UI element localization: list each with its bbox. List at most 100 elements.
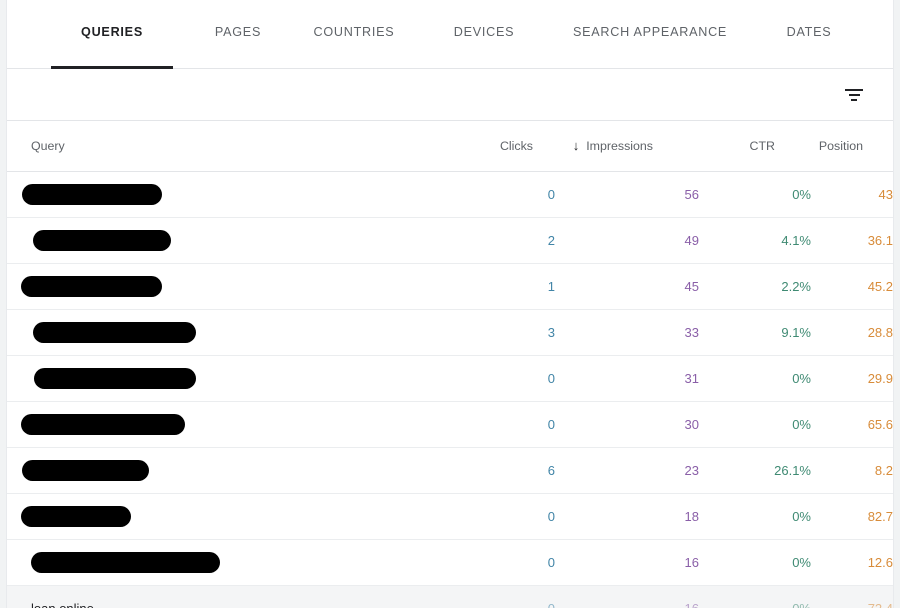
- table-header-row: Query Clicks ↓ Impressions CTR Position: [7, 121, 893, 172]
- tab-countries[interactable]: COUNTRIES: [303, 0, 405, 69]
- cell-query: [7, 401, 447, 448]
- cell-position: 82.7: [811, 493, 893, 540]
- value-clicks: 3: [547, 324, 555, 340]
- page-background: QUERIES PAGES COUNTRIES DEVICES SEARCH APPEA…: [0, 0, 900, 608]
- cell-impressions: 33: [555, 309, 699, 356]
- value-ctr: 0%: [792, 186, 811, 202]
- redacted-query-bar: [22, 183, 162, 205]
- cell-ctr: 9.1%: [699, 309, 811, 356]
- value-clicks: 2: [547, 232, 555, 248]
- table-row[interactable]: 6 23 26.1% 8.2: [7, 447, 893, 494]
- column-header-ctr-label: CTR: [749, 138, 775, 153]
- cell-ctr: 0%: [699, 585, 811, 608]
- cell-clicks: 1: [447, 263, 555, 310]
- tab-label: QUERIES: [81, 24, 143, 39]
- table-row[interactable]: 3 33 9.1% 28.8: [7, 309, 893, 356]
- value-position: 8.2: [874, 462, 893, 478]
- tab-devices[interactable]: DEVICES: [437, 0, 531, 69]
- value-ctr: 26.1%: [774, 462, 811, 478]
- cell-position: 45.2: [811, 263, 893, 310]
- redacted-query-bar: [22, 459, 149, 481]
- cell-position: 29.9: [811, 355, 893, 402]
- cell-clicks: 0: [447, 493, 555, 540]
- column-header-impressions-label: Impressions: [586, 138, 653, 153]
- column-header-position[interactable]: Position: [811, 121, 893, 172]
- cell-ctr: 0%: [699, 493, 811, 540]
- value-position: 45.2: [867, 278, 893, 294]
- column-header-clicks[interactable]: Clicks: [447, 121, 555, 172]
- table-row[interactable]: 0 18 0% 82.7: [7, 493, 893, 540]
- column-header-query-label: Query: [31, 138, 65, 153]
- value-position: 28.8: [867, 324, 893, 340]
- cell-query: [7, 171, 447, 218]
- column-header-impressions[interactable]: ↓ Impressions: [555, 121, 699, 172]
- tab-label: DATES: [786, 24, 832, 39]
- cell-clicks: 0: [447, 539, 555, 586]
- filter-button[interactable]: [837, 78, 871, 112]
- tab-search-appearance[interactable]: SEARCH APPEARANCE: [562, 0, 738, 69]
- tab-label: DEVICES: [453, 24, 515, 39]
- value-position: 65.6: [867, 416, 893, 432]
- table-row[interactable]: 0 56 0% 43: [7, 171, 893, 218]
- filter-icon: [845, 88, 863, 101]
- value-position: 82.7: [867, 508, 893, 524]
- table-row[interactable]: 0 16 0% 12.6: [7, 539, 893, 586]
- column-header-query[interactable]: Query: [7, 121, 447, 172]
- tab-pages[interactable]: PAGES: [192, 0, 284, 69]
- redacted-query-bar: [31, 551, 220, 573]
- value-ctr: 4.1%: [781, 232, 811, 248]
- tab-label: SEARCH APPEARANCE: [572, 24, 728, 39]
- cell-position: 65.6: [811, 401, 893, 448]
- value-clicks: 0: [547, 416, 555, 432]
- value-ctr: 0%: [792, 600, 811, 608]
- cell-position: 72.4: [811, 585, 893, 608]
- tab-queries[interactable]: QUERIES: [51, 0, 173, 69]
- cell-impressions: 31: [555, 355, 699, 402]
- value-position: 12.6: [867, 554, 893, 570]
- redacted-query-bar: [33, 229, 171, 251]
- cell-impressions: 16: [555, 585, 699, 608]
- table-row[interactable]: 0 30 0% 65.6: [7, 401, 893, 448]
- table-row[interactable]: 2 49 4.1% 36.1: [7, 217, 893, 264]
- table-row[interactable]: loan online 0 16 0% 72.4: [7, 585, 893, 608]
- cell-clicks: 0: [447, 355, 555, 402]
- cell-impressions: 56: [555, 171, 699, 218]
- cell-clicks: 3: [447, 309, 555, 356]
- value-ctr: 0%: [792, 554, 811, 570]
- query-text: loan online: [31, 600, 94, 608]
- cell-impressions: 49: [555, 217, 699, 264]
- value-clicks: 0: [547, 508, 555, 524]
- tab-dates[interactable]: DATES: [767, 0, 851, 69]
- value-ctr: 0%: [792, 416, 811, 432]
- cell-clicks: 6: [447, 447, 555, 494]
- column-header-position-label: Position: [818, 138, 863, 153]
- filter-toolbar: [7, 69, 893, 121]
- value-impressions: 16: [684, 554, 699, 570]
- value-impressions: 23: [684, 462, 699, 478]
- cell-query: [7, 217, 447, 264]
- table-row[interactable]: 1 45 2.2% 45.2: [7, 263, 893, 310]
- cell-position: 36.1: [811, 217, 893, 264]
- value-position: 36.1: [867, 232, 893, 248]
- cell-ctr: 26.1%: [699, 447, 811, 494]
- cell-clicks: 0: [447, 401, 555, 448]
- column-header-ctr[interactable]: CTR: [699, 121, 811, 172]
- cell-impressions: 18: [555, 493, 699, 540]
- value-impressions: 30: [684, 416, 699, 432]
- value-ctr: 9.1%: [781, 324, 811, 340]
- cell-position: 43: [811, 171, 893, 218]
- value-position: 72.4: [867, 600, 893, 608]
- cell-impressions: 30: [555, 401, 699, 448]
- cell-query: [7, 447, 447, 494]
- tab-label: COUNTRIES: [313, 24, 395, 39]
- cell-query: [7, 539, 447, 586]
- value-impressions: 31: [684, 370, 699, 386]
- cell-ctr: 0%: [699, 355, 811, 402]
- value-clicks: 0: [547, 370, 555, 386]
- performance-table: Query Clicks ↓ Impressions CTR Position …: [7, 121, 893, 608]
- cell-ctr: 0%: [699, 401, 811, 448]
- cell-query: [7, 309, 447, 356]
- cell-query: [7, 493, 447, 540]
- table-row[interactable]: 0 31 0% 29.9: [7, 355, 893, 402]
- table-header: Query Clicks ↓ Impressions CTR Position: [7, 121, 893, 172]
